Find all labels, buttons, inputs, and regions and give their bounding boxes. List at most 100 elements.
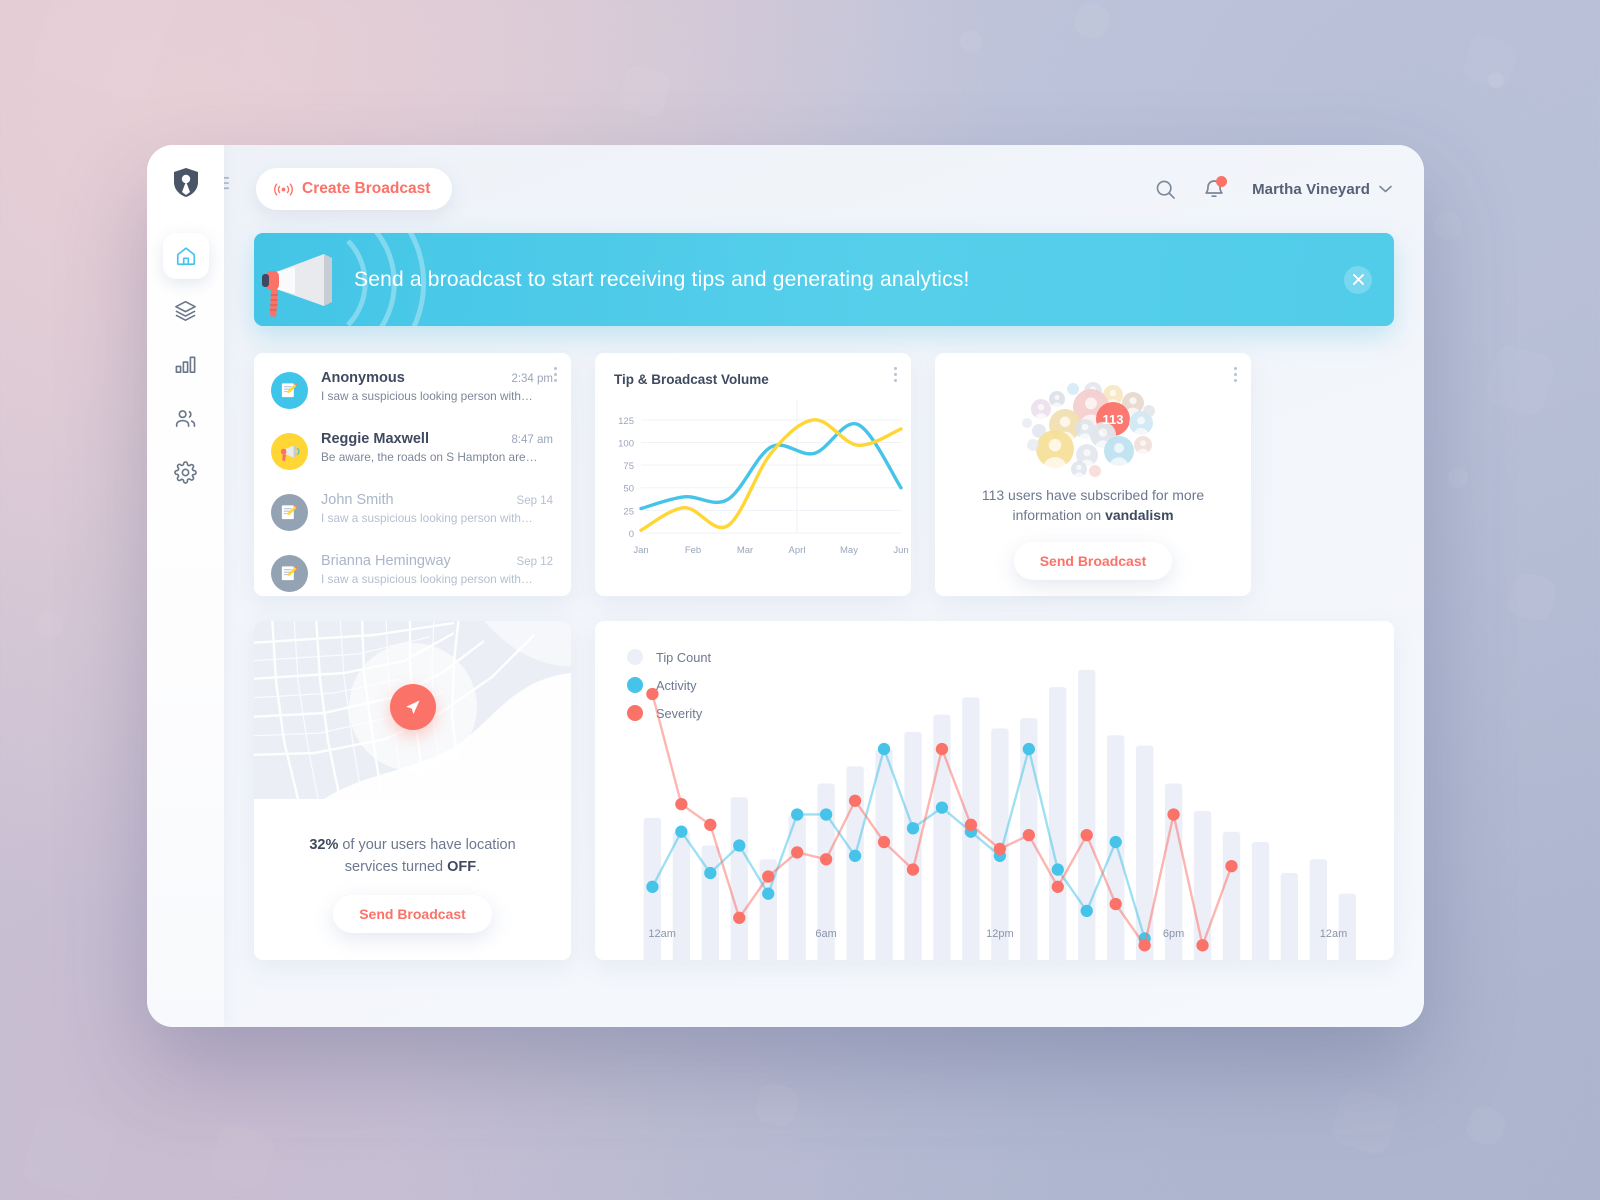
tips-card-menu-button[interactable] [554,367,557,382]
deco-square [616,62,674,120]
tip-message: Be aware, the roads on S Hampton are… [321,450,538,464]
volume-y-tick: 125 [618,416,634,427]
sidebar-item-users[interactable] [163,395,209,441]
gear-icon [174,460,197,484]
data-point-severity [877,835,891,849]
data-point-activity [762,887,775,900]
data-point-severity [1167,808,1180,821]
notifications-button[interactable] [1204,176,1228,200]
volume-card-title: Tip & Broadcast Volume [614,372,769,387]
tip-list-item[interactable]: Reggie Maxwell 8:47 am Be aware, the roads… [254,420,571,481]
main-content: Create Broadcast Martha Vineyard Send a … [214,145,1424,1027]
deco-square [207,1121,278,1192]
avatar-bubble [1049,391,1065,407]
avatar-bubble [1104,436,1134,466]
tip-header: John Smith Sep 14 [321,492,553,508]
data-point-severity [762,870,775,883]
tip-count-bar [1049,687,1067,963]
data-point-activity [733,839,746,852]
tip-avatar [271,433,308,470]
tip-timestamp: Sep 12 [516,556,553,568]
map-location-pin[interactable] [389,684,436,730]
tip-message: I saw a suspicious looking person with… [321,511,533,525]
volume-x-tick: Aprl [789,545,806,556]
shield-logo-icon [173,168,198,197]
deco-square [1430,208,1466,244]
banner-close-button[interactable] [1344,265,1372,294]
tips-list: Anonymous 2:34 pm I saw a suspicious looki… [254,353,571,596]
data-point-severity [993,842,1007,856]
tip-count-bar [1078,669,1096,963]
data-point-activity [1080,904,1093,918]
sidebar-item-settings[interactable] [163,449,209,495]
avatar-bubble [1027,439,1039,451]
volume-series-broadcasts [639,418,903,532]
sidebar-item-layers[interactable] [163,287,209,333]
subscribers-text: 113 users have subscribed for more infor… [961,485,1225,526]
avatar-bubble [1036,430,1074,468]
home-icon [176,247,195,266]
tip-avatar [271,555,308,592]
location-stat-text: 32% of your users have location services… [254,799,571,933]
data-point-severity [675,798,688,811]
tip-list-item[interactable]: Brianna Hemingway Sep 12 I saw a suspiciou… [254,542,571,596]
layers-icon [175,300,196,321]
volume-card-menu-button[interactable] [894,367,897,382]
tip-list-item[interactable]: John Smith Sep 14 I saw a suspicious looki… [254,481,571,542]
tip-message: I saw a suspicious looking person with… [321,572,533,586]
tip-body: John Smith Sep 14 I saw a suspicious looki… [321,492,553,525]
volume-y-tick: 100 [618,438,634,449]
volume-y-tick: 50 [623,484,634,495]
note-pencil-icon [281,383,298,398]
subscribers-send-broadcast-button[interactable]: Send Broadcast [1013,541,1173,580]
location-send-broadcast-button[interactable]: Send Broadcast [333,894,492,933]
data-point-activity [819,808,833,821]
topbar: Create Broadcast Martha Vineyard [254,145,1394,233]
hourly-x-tick: 6pm [1162,928,1185,940]
volume-x-tick: Mar [737,545,753,556]
brand-logo[interactable] [173,167,199,203]
subscribers-card: 113 113 users have subscribed for more i… [935,353,1251,596]
data-point-activity [675,825,688,838]
search-button[interactable] [1155,179,1176,200]
data-point-activity [877,742,891,756]
deco-square [29,0,180,106]
avatar-bubble [1089,465,1101,477]
location-text-end: . [476,858,481,875]
tip-timestamp: Sep 14 [516,495,553,507]
user-menu[interactable]: Martha Vineyard [1252,181,1392,198]
tip-author-name: Anonymous [321,370,405,386]
data-point-activity [848,849,862,862]
tip-avatar [271,494,308,531]
tip-avatar [271,372,308,409]
avatar-bubble [1031,399,1051,419]
tip-list-item[interactable]: Anonymous 2:34 pm I saw a suspicious looki… [254,359,571,420]
megaphone-icon [280,445,300,461]
sidebar-item-home[interactable] [162,233,209,279]
deco-square [957,27,985,55]
subscribers-card-menu-button[interactable] [1234,367,1237,382]
create-broadcast-label: Create Broadcast [302,180,431,197]
deco-square [32,608,66,642]
tip-count-bar [1251,842,1270,963]
deco-square [238,8,321,91]
hourly-chart-x-axis: 12am 6am 12pm 6pm 12am [619,928,1376,942]
avatar-bubble [1022,418,1032,428]
hourly-x-tick: 12am [1319,928,1348,940]
tip-body: Brianna Hemingway Sep 12 I saw a suspiciou… [321,553,553,586]
subscribers-topic: vandalism [1105,507,1174,524]
location-off-word: OFF [447,858,477,875]
close-icon [1352,274,1364,285]
volume-x-tick: Jun [893,545,908,556]
deco-square [1463,1103,1509,1149]
tip-author-name: Reggie Maxwell [321,431,429,447]
hourly-activity-chart [643,669,1357,963]
chevron-down-icon [1379,185,1392,193]
subscriber-count-badge: 113 [1103,412,1124,427]
data-point-activity [1022,742,1035,756]
create-broadcast-button[interactable]: Create Broadcast [256,168,453,210]
sidebar-item-analytics[interactable] [163,341,209,387]
map-visual[interactable] [254,621,571,799]
tip-body: Reggie Maxwell 8:47 am Be aware, the roads… [321,431,553,464]
data-point-severity [646,687,659,701]
